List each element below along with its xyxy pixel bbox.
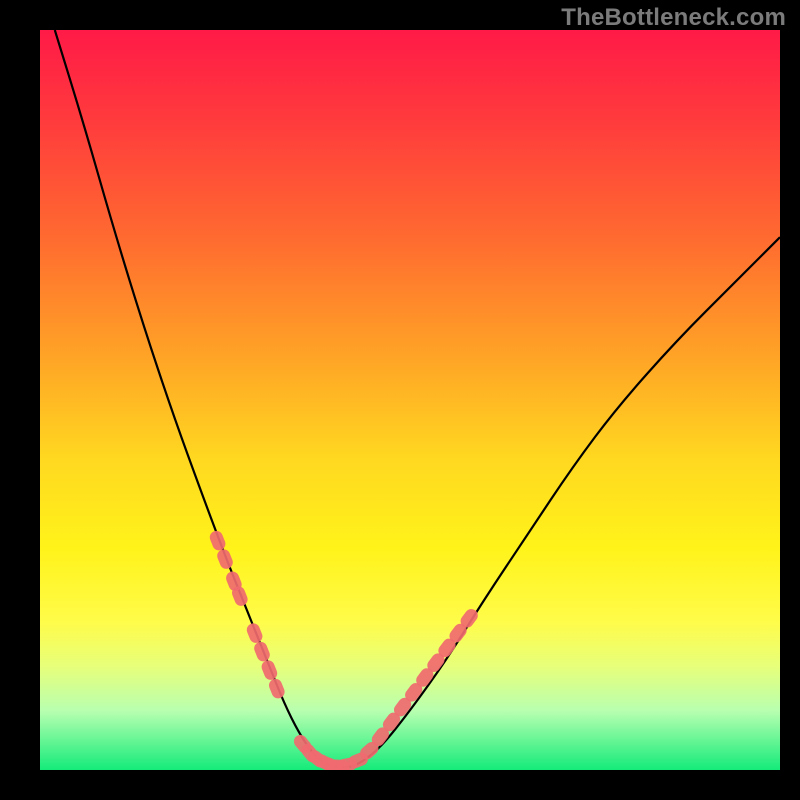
chart-svg <box>40 30 780 770</box>
highlight-dot <box>215 547 234 570</box>
chart-frame: TheBottleneck.com <box>0 0 800 800</box>
highlight-dot <box>245 621 264 644</box>
plot-area <box>40 30 780 770</box>
highlight-dot <box>208 529 227 552</box>
highlight-dots-group <box>208 529 481 770</box>
highlight-dot <box>252 640 271 663</box>
bottleneck-curve <box>55 30 780 767</box>
watermark-text: TheBottleneck.com <box>561 4 786 32</box>
highlight-dot <box>260 658 279 681</box>
highlight-dot <box>267 677 286 700</box>
